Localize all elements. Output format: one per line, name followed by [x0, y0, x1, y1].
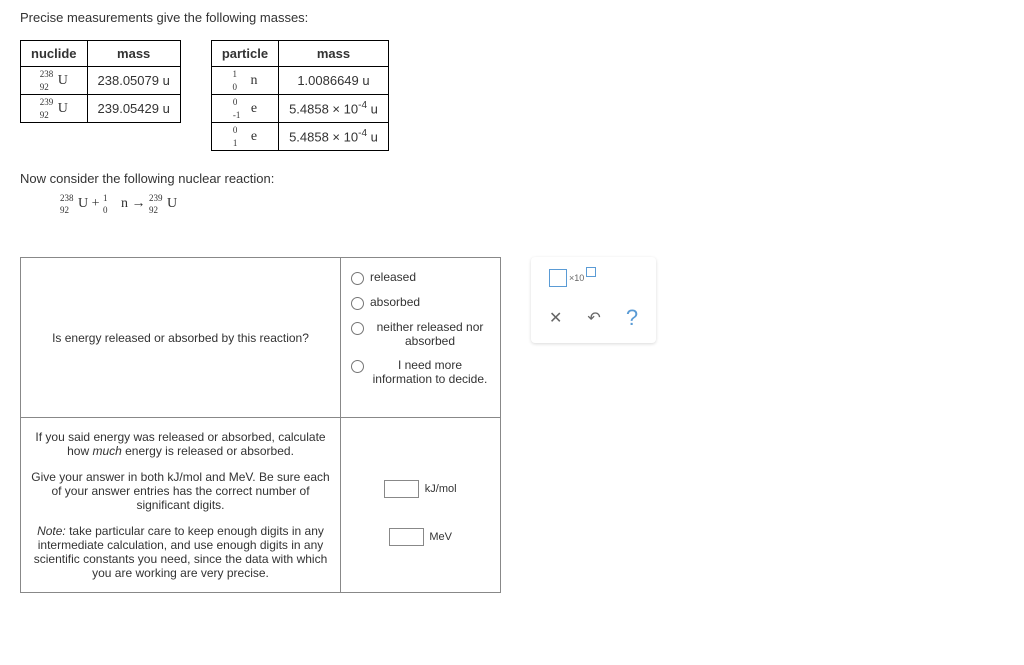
tables-row: nuclide mass 238 92 U 238.05079 u 239 92… — [20, 40, 1004, 151]
answer-input-kjmol[interactable] — [384, 480, 419, 498]
particle: 0 1 e — [233, 128, 257, 145]
question-table: Is energy released or absorbed by this r… — [20, 257, 501, 593]
radio-input[interactable] — [351, 297, 364, 310]
nuclide-table: nuclide mass 238 92 U 238.05079 u 239 92… — [20, 40, 181, 123]
particle: 1 0 n — [232, 72, 257, 89]
table-row: 0 -1 e 5.4858 × 10-4 u — [211, 95, 388, 123]
mass-cell: 5.4858 × 10-4 u — [279, 123, 389, 151]
radio-label: I need more information to decide. — [370, 358, 490, 386]
unit-kjmol: kJ/mol — [425, 483, 457, 495]
question-2-text: If you said energy was released or absor… — [21, 418, 341, 593]
radio-label: absorbed — [370, 295, 420, 309]
toolbar: ×10 ✕ ↶ ? — [531, 257, 656, 343]
mass-header: mass — [87, 41, 180, 67]
radio-more-info[interactable]: I need more information to decide. — [351, 358, 490, 386]
radio-group: released absorbed neither released nor a… — [351, 270, 490, 386]
question-1-text: Is energy released or absorbed by this r… — [21, 258, 341, 418]
help-icon[interactable]: ? — [626, 305, 638, 331]
mass-cell: 5.4858 × 10-4 u — [279, 95, 389, 123]
radio-label: released — [370, 270, 416, 284]
mass-cell: 238.05079 u — [87, 67, 180, 95]
table-row: 239 92 U 239.05429 u — [21, 95, 181, 123]
mass-cell: 1.0086649 u — [279, 67, 389, 95]
undo-icon[interactable]: ↶ — [587, 308, 600, 328]
isotope: 238 92 U — [40, 72, 68, 89]
intro-text: Precise measurements give the following … — [20, 10, 1004, 25]
radio-input[interactable] — [351, 272, 364, 285]
unit-mev: MeV — [429, 531, 452, 543]
radio-input[interactable] — [351, 360, 364, 373]
table-row: 238 92 U 238.05079 u — [21, 67, 181, 95]
radio-released[interactable]: released — [351, 270, 490, 285]
nuclear-reaction: 238 92 U + 1 0 n → 239 92 U — [60, 196, 1004, 212]
answer-input-mev[interactable] — [389, 528, 424, 546]
consider-label: Now consider the following nuclear react… — [20, 171, 1004, 186]
radio-input[interactable] — [351, 322, 364, 335]
close-icon[interactable]: ✕ — [549, 308, 562, 328]
particle: 0 -1 e — [233, 100, 257, 117]
particle-table: particle mass 1 0 n 1.0086649 u 0 -1 e — [211, 40, 389, 151]
main-row: Is energy released or absorbed by this r… — [20, 237, 1004, 593]
mass-header: mass — [279, 41, 389, 67]
radio-label: neither released nor absorbed — [370, 320, 490, 348]
radio-absorbed[interactable]: absorbed — [351, 295, 490, 310]
isotope: 239 92 U — [40, 100, 68, 117]
radio-neither[interactable]: neither released nor absorbed — [351, 320, 490, 348]
nuclide-header: nuclide — [21, 41, 88, 67]
table-row: 1 0 n 1.0086649 u — [211, 67, 388, 95]
scientific-notation-button[interactable]: ×10 — [549, 269, 638, 287]
particle-header: particle — [211, 41, 278, 67]
mass-cell: 239.05429 u — [87, 95, 180, 123]
table-row: 0 1 e 5.4858 × 10-4 u — [211, 123, 388, 151]
